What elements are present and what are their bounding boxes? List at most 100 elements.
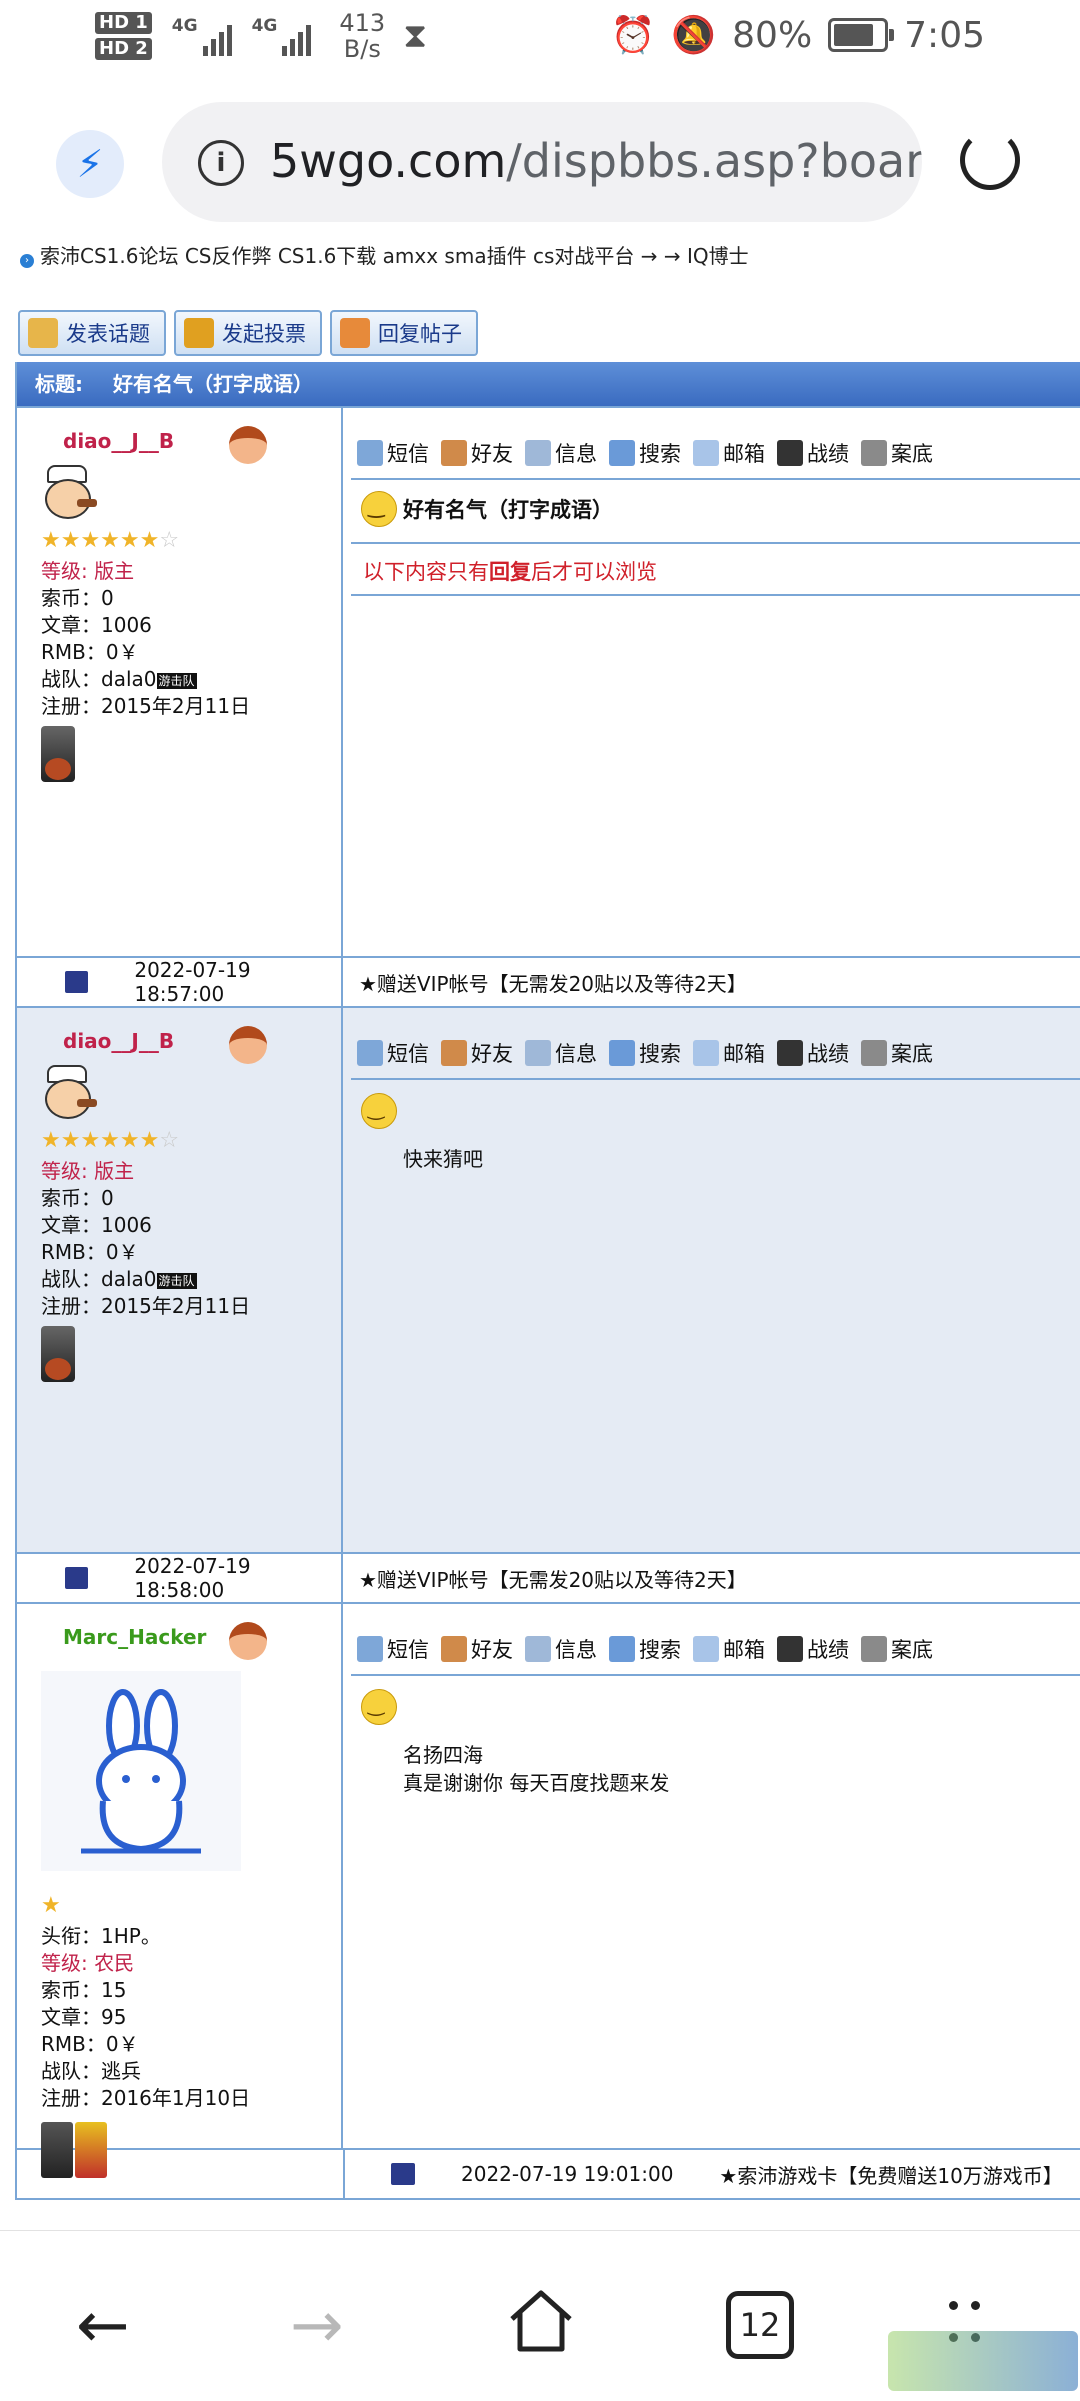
post-tools: 短信 好友 信息 搜索 邮箱 战绩 案底	[351, 1624, 1080, 1676]
friend-icon	[441, 1636, 467, 1662]
user-registered: 注册：2016年1月10日	[41, 2086, 251, 2110]
battery-percent: 80%	[732, 14, 813, 56]
tool-case[interactable]: 案底	[861, 1634, 933, 1664]
username[interactable]: diao__J__B	[63, 428, 341, 455]
signal-1-icon: 4G	[172, 16, 232, 56]
medal-icon	[41, 726, 75, 782]
tool-info[interactable]: 信息	[525, 1634, 597, 1664]
tabs-button[interactable]: 12	[726, 2291, 794, 2359]
user-team: 战队：逃兵	[41, 2059, 141, 2083]
info-icon	[525, 440, 551, 466]
tool-message[interactable]: 短信	[357, 438, 429, 468]
film-icon	[861, 440, 887, 466]
tool-search[interactable]: 搜索	[609, 1634, 681, 1664]
thread-title-bar: 标题: 好有名气（打字成语）	[17, 362, 1080, 406]
user-registered: 注册：2015年2月11日	[41, 1294, 251, 1318]
post-footer: 2022-07-19 18:57:00 ★赠送VIP帐号【无需发20贴以及等待2…	[17, 956, 1080, 1006]
back-icon[interactable]: ←	[76, 2289, 130, 2363]
tool-friend[interactable]: 好友	[441, 1038, 513, 1068]
breadcrumb: › 索沛CS1.6论坛 CS反作弊 CS1.6下载 amxx sma插件 cs对战…	[20, 240, 749, 269]
home-icon[interactable]	[506, 2287, 576, 2353]
team-badge: 游击队	[156, 672, 197, 689]
user-coins: 索币：15	[41, 1978, 127, 2002]
reply-button[interactable]: 回复帖子	[330, 310, 478, 356]
hourglass-icon: ⧗	[403, 16, 428, 56]
mail-icon	[693, 1636, 719, 1662]
url-domain: 5wgo.com	[270, 134, 507, 188]
reload-icon[interactable]	[960, 130, 1020, 190]
user-coins: 索币：0	[41, 586, 114, 610]
tool-email[interactable]: 邮箱	[693, 1634, 765, 1664]
tool-case[interactable]: 案底	[861, 438, 933, 468]
medals	[41, 2122, 341, 2178]
tool-record[interactable]: 战绩	[777, 438, 849, 468]
user-registered: 注册：2015年2月11日	[41, 694, 251, 718]
tool-friend[interactable]: 好友	[441, 1634, 513, 1664]
signature[interactable]: ★赠送VIP帐号【无需发20贴以及等待2天】	[343, 968, 747, 997]
signature[interactable]: ★索沛游戏卡【免费赠送10万游戏币】	[719, 2160, 1062, 2189]
post-content: 快来猜吧	[403, 1147, 483, 1171]
site-info-icon[interactable]: i	[198, 140, 244, 186]
user-team: 战队：dala0 游击队	[41, 667, 197, 691]
user-coins: 索币：0	[41, 1186, 114, 1210]
tool-message[interactable]: 短信	[357, 1634, 429, 1664]
gender-icon	[229, 1026, 267, 1064]
post-body: 短信 好友 信息 搜索 邮箱 战绩 案底 快来猜吧	[343, 1008, 1080, 1552]
battery-icon	[828, 18, 895, 52]
user-rmb: RMB：0￥	[41, 640, 139, 664]
computer-icon	[391, 2163, 415, 2185]
smile-icon	[361, 491, 397, 527]
tool-friend[interactable]: 好友	[441, 438, 513, 468]
forward-icon[interactable]: →	[290, 2289, 344, 2363]
smile-icon	[361, 1689, 397, 1725]
avatar	[41, 1065, 97, 1123]
tool-case[interactable]: 案底	[861, 1038, 933, 1068]
user-team: 战队：dala0 游击队	[41, 1267, 197, 1291]
tool-info[interactable]: 信息	[525, 438, 597, 468]
pencil-icon	[28, 318, 58, 348]
gender-icon	[229, 426, 267, 464]
info-icon	[525, 1040, 551, 1066]
tool-message[interactable]: 短信	[357, 1038, 429, 1068]
rank-stars: ★	[41, 1893, 61, 1918]
user-info: diao__J__B ★★★★★★☆ 等级: 版主 索币：0 文章：1006 R…	[17, 408, 343, 956]
user-rmb: RMB：0￥	[41, 2032, 139, 2056]
thread-title: 好有名气（打字成语）	[113, 372, 313, 396]
browser-nav-bar: ← → 12	[0, 2230, 1080, 2401]
mail-icon	[693, 1040, 719, 1066]
friend-icon	[441, 1040, 467, 1066]
post-datetime: 2022-07-19 18:58:00	[134, 1554, 251, 1602]
user-level: 等级: 农民	[41, 1951, 135, 1975]
url-bar[interactable]: i 5wgo.com/dispbbs.asp?boarc	[162, 102, 922, 222]
post-tools: 短信 好友 信息 搜索 邮箱 战绩 案底	[351, 428, 1080, 480]
tool-email[interactable]: 邮箱	[693, 438, 765, 468]
tool-record[interactable]: 战绩	[777, 1634, 849, 1664]
film-icon	[861, 1636, 887, 1662]
post: Marc_Hacker ★ 头衔：1HP。 等级: 农民 索币：15 文章：95	[17, 1602, 1080, 2178]
username[interactable]: Marc_Hacker	[63, 1624, 341, 1651]
browser-toolbar: ⚡ i 5wgo.com/dispbbs.asp?boarc	[0, 80, 1080, 240]
tool-info[interactable]: 信息	[525, 1038, 597, 1068]
post: diao__J__B ★★★★★★☆ 等级: 版主 索币：0 文章：1006 R…	[17, 1006, 1080, 1552]
url-path: /dispbbs.asp?boarc	[506, 134, 922, 188]
new-topic-button[interactable]: 发表话题	[18, 310, 166, 356]
tool-search[interactable]: 搜索	[609, 438, 681, 468]
tool-record[interactable]: 战绩	[777, 1038, 849, 1068]
arrow-icon: ›	[20, 254, 34, 268]
rank-stars: ★★★★★★☆	[41, 528, 180, 553]
user-title: 头衔：1HP。	[41, 1924, 161, 1948]
sim-indicators: HD 1 HD 2	[95, 12, 152, 60]
lightning-icon[interactable]: ⚡	[56, 130, 124, 198]
film-icon	[861, 1040, 887, 1066]
post-body: 短信 好友 信息 搜索 邮箱 战绩 案底 名扬四海 真是谢谢你 每天百度找题来发	[343, 1604, 1080, 2148]
post-datetime: 2022-07-19 19:01:00	[461, 2162, 674, 2186]
tool-email[interactable]: 邮箱	[693, 1038, 765, 1068]
team-badge: 游击队	[156, 1272, 197, 1289]
post-footer: 2022-07-19 18:58:00 ★赠送VIP帐号【无需发20贴以及等待2…	[17, 1552, 1080, 1602]
user-rmb: RMB：0￥	[41, 1240, 139, 1264]
tool-search[interactable]: 搜索	[609, 1038, 681, 1068]
signature[interactable]: ★赠送VIP帐号【无需发20贴以及等待2天】	[343, 1564, 747, 1593]
username[interactable]: diao__J__B	[63, 1028, 341, 1055]
user-level: 等级: 版主	[41, 559, 135, 583]
new-poll-button[interactable]: 发起投票	[174, 310, 322, 356]
